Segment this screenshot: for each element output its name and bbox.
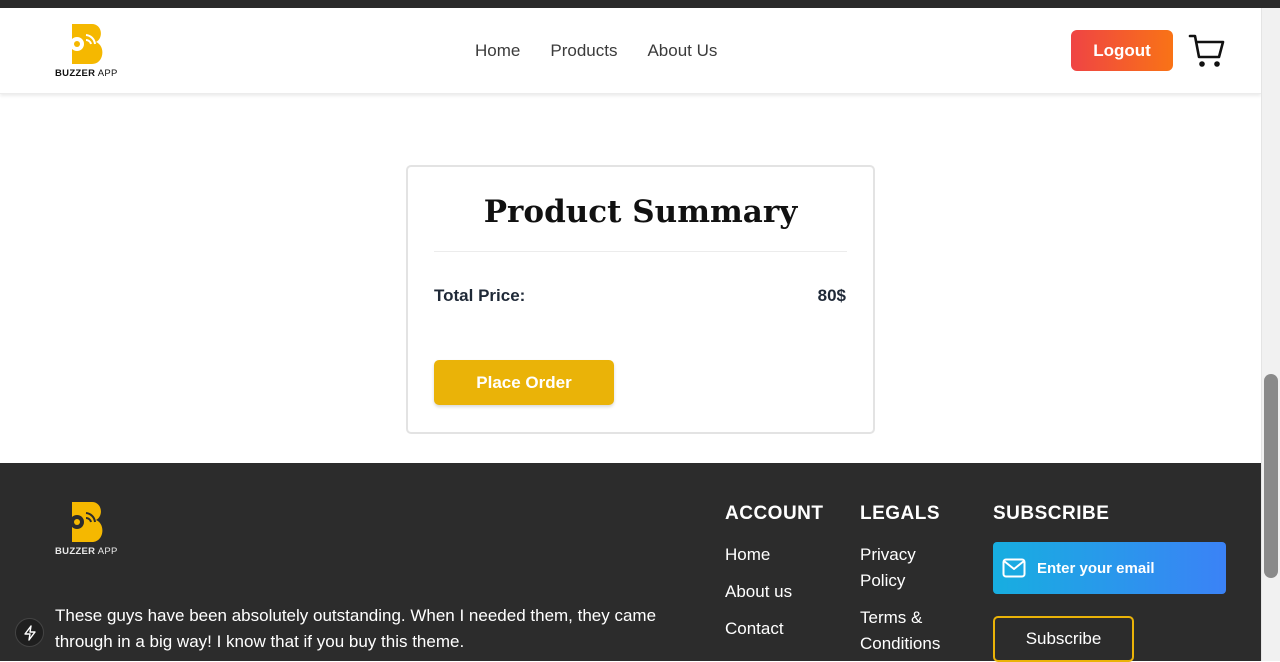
footer-link-privacy-policy[interactable]: Privacy Policy: [860, 542, 940, 594]
subscribe-button[interactable]: Subscribe: [993, 616, 1134, 662]
email-field[interactable]: Enter your email: [993, 542, 1226, 594]
logout-button[interactable]: Logout: [1071, 30, 1173, 71]
place-order-button[interactable]: Place Order: [434, 360, 614, 405]
main-nav: Home Products About Us: [475, 41, 717, 61]
nav-about-us[interactable]: About Us: [647, 41, 717, 61]
email-placeholder: Enter your email: [1037, 559, 1155, 577]
lightning-bolt-icon[interactable]: [15, 618, 44, 647]
summary-divider: [434, 251, 847, 252]
total-price-value: 80$: [817, 286, 846, 305]
nav-products[interactable]: Products: [550, 41, 617, 61]
site-header: BUZZER APP Home Products About Us Logout: [0, 8, 1261, 94]
product-summary-card: Product Summary Total Price: 80$ Place O…: [406, 165, 875, 434]
nav-home[interactable]: Home: [475, 41, 520, 61]
scrollbar-thumb[interactable]: [1264, 374, 1278, 578]
top-strip: [0, 0, 1280, 8]
footer-logo[interactable]: BUZZER APP: [55, 500, 118, 557]
summary-title: Product Summary: [483, 194, 798, 230]
footer-link-home[interactable]: Home: [725, 542, 770, 568]
envelope-icon: [1002, 558, 1026, 578]
header-logo[interactable]: BUZZER APP: [55, 22, 118, 79]
bolt-glyph-icon: [23, 624, 36, 641]
buzzer-logo-icon: [70, 24, 103, 64]
testimonial-text: These guys have been absolutely outstand…: [55, 606, 657, 651]
logo-wordmark: BUZZER APP: [55, 68, 118, 79]
total-price-label: Total Price:: [434, 286, 526, 305]
legals-heading: LEGALS: [860, 503, 941, 524]
logo-wordmark: BUZZER APP: [55, 546, 118, 557]
subscribe-heading: SUBSCRIBE: [993, 503, 1110, 524]
cart-icon[interactable]: [1188, 32, 1226, 70]
footer-link-contact[interactable]: Contact: [725, 616, 784, 642]
site-footer: BUZZER APP These guys have been absolute…: [0, 463, 1261, 662]
account-heading: ACCOUNT: [725, 503, 824, 524]
buzzer-logo-icon: [70, 502, 103, 542]
footer-link-terms-conditions[interactable]: Terms & Conditions: [860, 605, 955, 657]
footer-link-about-us[interactable]: About us: [725, 579, 792, 605]
